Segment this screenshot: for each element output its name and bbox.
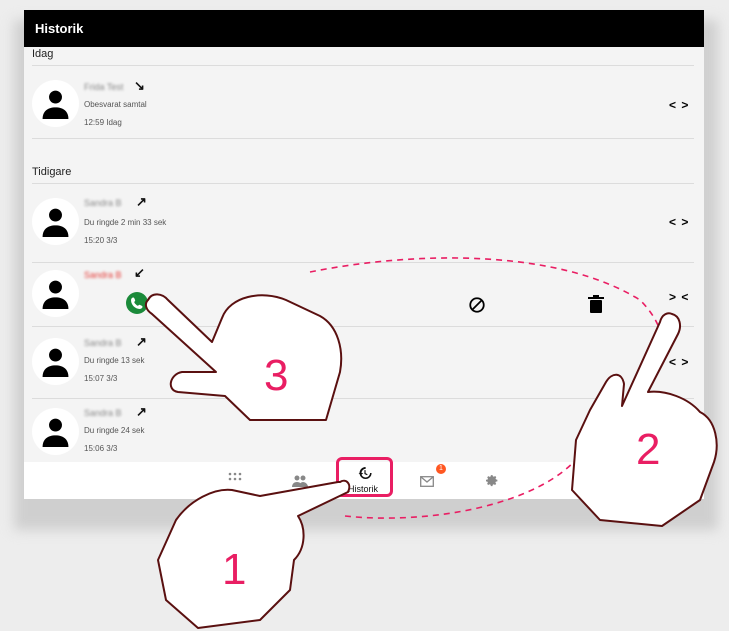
call-time: 15:06 3/3 <box>84 444 118 453</box>
expand-chevron-icon[interactable]: < > <box>669 355 689 369</box>
page-title: Historik <box>24 10 704 47</box>
phone-icon <box>131 297 143 309</box>
step-number-1: 1 <box>222 545 246 594</box>
expand-chevron-icon[interactable]: < > <box>669 98 689 112</box>
call-detail: Du ringde 13 sek <box>84 356 145 365</box>
keypad-icon[interactable] <box>228 472 242 499</box>
contact-name: Sandra B <box>84 198 122 208</box>
contact-name: Sandra B <box>84 270 122 280</box>
divider <box>32 326 694 327</box>
contact-name: Sandra B <box>84 338 122 348</box>
call-time: 15:20 3/3 <box>84 236 118 245</box>
person-icon <box>42 208 69 237</box>
divider <box>32 398 694 399</box>
avatar <box>32 270 79 317</box>
block-icon <box>469 297 485 313</box>
call-row[interactable]: Frida Test ↘ Obesvarat samtal 12:59 Idag… <box>24 70 704 138</box>
call-detail: Obesvarat samtal <box>84 100 147 109</box>
divider <box>32 183 694 184</box>
divider <box>32 262 694 263</box>
person-icon <box>42 280 69 309</box>
avatar <box>32 198 79 245</box>
person-icon <box>42 90 69 119</box>
trash-icon <box>588 295 604 313</box>
call-detail: Du ringde 2 min 33 sek <box>84 218 167 227</box>
call-row[interactable]: Sandra B ↗ Du ringde 24 sek 15:06 3/3 <box>24 400 704 462</box>
divider <box>32 65 694 66</box>
call-time: 15:07 3/3 <box>84 374 118 383</box>
section-today: Idag <box>32 48 54 60</box>
avatar <box>32 408 79 455</box>
call-time: 12:59 Idag <box>84 118 122 127</box>
gear-icon[interactable] <box>486 474 499 499</box>
unread-badge: 1 <box>436 464 446 474</box>
app-window: Historik Idag Frida Test ↘ Obesvarat sam… <box>24 10 704 499</box>
outgoing-call-icon: ↗ <box>136 404 147 419</box>
avatar <box>32 338 79 385</box>
outgoing-call-icon: ↗ <box>136 194 147 209</box>
call-row[interactable]: Sandra B ↗ Du ringde 2 min 33 sek 15:20 … <box>24 188 704 258</box>
highlight-frame <box>336 457 393 497</box>
avatar <box>32 80 79 127</box>
delete-button[interactable] <box>588 295 604 318</box>
contact-name: Frida Test <box>84 82 124 92</box>
block-button[interactable] <box>468 296 486 319</box>
incoming-call-icon: ↙ <box>134 265 145 280</box>
call-button[interactable] <box>126 292 148 314</box>
contact-name: Sandra B <box>84 408 122 418</box>
person-icon <box>42 418 69 447</box>
contacts-icon[interactable] <box>292 474 308 499</box>
expand-chevron-icon[interactable]: < > <box>669 215 689 229</box>
call-detail: Du ringde 24 sek <box>84 426 145 435</box>
outgoing-call-icon: ↗ <box>136 334 147 349</box>
person-icon <box>42 348 69 377</box>
mail-icon[interactable] <box>420 474 434 499</box>
collapse-chevron-icon[interactable]: > < <box>669 290 689 304</box>
call-row[interactable]: Sandra B ↗ Du ringde 13 sek 15:07 3/3 < … <box>24 328 704 398</box>
missed-call-icon: ↘ <box>134 78 145 93</box>
section-earlier: Tidigare <box>32 166 72 178</box>
divider <box>32 138 694 139</box>
